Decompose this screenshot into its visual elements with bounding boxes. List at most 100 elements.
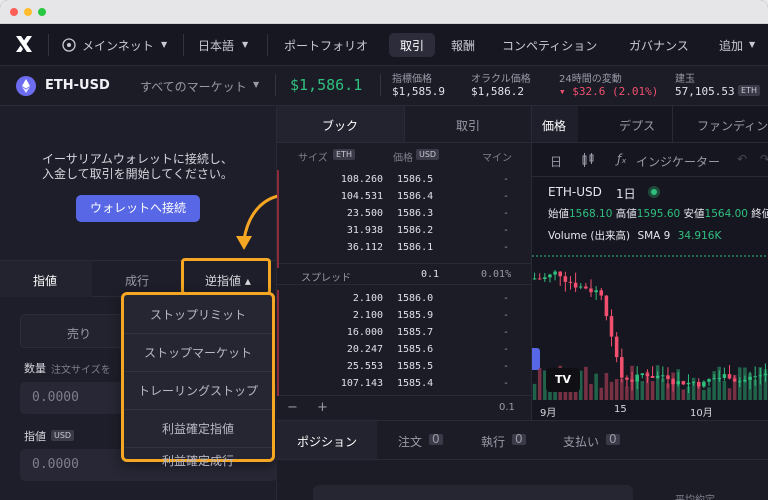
candle-body — [573, 282, 578, 288]
chevron-down-icon[interactable]: ▼ — [161, 40, 167, 49]
undo-icon[interactable]: ↶ — [737, 152, 747, 166]
bid-size: 2.100 — [352, 310, 383, 321]
candle-body — [558, 271, 562, 277]
ask-size: 104.531 — [340, 191, 383, 202]
chart-tabs: 価格 デプス ファンディン — [532, 106, 768, 143]
bid-row[interactable]: 107.143 1585.4 - — [277, 376, 532, 393]
candle-body — [702, 381, 706, 387]
ohlc-legend: 始値1568.10 高値1595.60 安値1564.00 終値 — [548, 206, 768, 221]
index-price-label: 指標価格 — [392, 74, 432, 85]
ask-row[interactable]: 104.531 1586.4 - — [277, 189, 532, 206]
connect-message-2: 入金して取引を開始してください。 — [42, 167, 233, 181]
dydx-logo-icon[interactable] — [14, 34, 34, 54]
tab-limit[interactable]: 指値 — [33, 272, 57, 289]
candle-body — [738, 381, 742, 383]
tab-trades[interactable]: 取引 — [456, 117, 480, 134]
indicators-button[interactable]: インジケーター — [636, 153, 720, 170]
option-stop-limit[interactable]: ストップリミット — [124, 297, 272, 334]
bid-row[interactable]: 20.247 1585.6 - — [277, 342, 532, 359]
candle-body — [568, 281, 573, 283]
nav-rewards[interactable]: 報酬 — [451, 37, 475, 54]
volume-bar — [707, 387, 711, 400]
fx-icon[interactable]: ƒₓ — [617, 152, 627, 166]
close-window-icon[interactable] — [10, 8, 18, 16]
tab-funding[interactable]: ファンディン — [697, 117, 768, 134]
nav-portfolio[interactable]: ポートフォリオ — [284, 37, 368, 54]
bid-row[interactable]: 25.553 1585.5 - — [277, 359, 532, 376]
volume-bar — [722, 381, 727, 400]
tab-market[interactable]: 成行 — [125, 272, 149, 289]
language-selector[interactable]: 日本語 — [198, 37, 234, 54]
chevron-down-icon[interactable]: ▼ — [749, 40, 755, 49]
tab-price[interactable]: 価格 — [542, 117, 566, 134]
candle-body — [717, 377, 722, 379]
volume-legend: Volume (出来高) SMA 9 34.916K — [548, 228, 721, 243]
option-trailing-stop[interactable]: トレーリングストップ — [124, 373, 272, 410]
bid-price: 1586.0 — [397, 293, 434, 304]
network-selector[interactable]: メインネット — [82, 37, 154, 54]
candles-icon[interactable] — [580, 152, 596, 168]
nav-governance[interactable]: ガバナンス — [629, 37, 689, 54]
bid-mine: - — [503, 293, 510, 304]
nav-more[interactable]: 追加 — [719, 37, 743, 54]
bid-size: 107.143 — [340, 378, 383, 389]
all-markets-selector[interactable]: すべてのマーケット — [140, 78, 247, 95]
sell-button[interactable]: 売り — [20, 314, 130, 348]
tab-stop[interactable]: 逆指値 ▴ — [205, 272, 251, 289]
nav-competition[interactable]: コンペティション — [502, 37, 597, 54]
ask-row[interactable]: 31.938 1586.2 - — [277, 223, 532, 240]
chart-side-handle[interactable] — [532, 348, 540, 370]
nav-trade[interactable]: 取引 — [400, 37, 424, 54]
tab-positions[interactable]: ポジション — [297, 433, 357, 450]
candle-body — [712, 378, 716, 380]
volume-bar — [702, 389, 706, 400]
maximize-window-icon[interactable] — [38, 8, 46, 16]
tab-fills[interactable]: 執行 — [481, 433, 505, 450]
candle-body — [661, 375, 665, 377]
redo-icon[interactable]: ↷ — [760, 152, 768, 166]
connect-wallet-button[interactable]: ウォレットへ接続 — [76, 195, 200, 222]
spread-value: 0.1 — [421, 269, 440, 280]
positions-panel: ポジション 注文 0 執行 0 支払い 0 平均約定 — [277, 420, 768, 500]
market-pair[interactable]: ETH-USD — [45, 78, 110, 93]
limit-price-label: 指値 — [24, 430, 46, 443]
bid-mine: - — [503, 310, 510, 321]
x-tick-oct: 10月 — [690, 408, 713, 419]
bid-row[interactable]: 2.100 1585.9 - — [277, 308, 532, 325]
candle-body — [691, 381, 696, 383]
tab-book[interactable]: ブック — [322, 117, 358, 134]
ask-depth-marker — [277, 170, 279, 268]
ask-row[interactable]: 108.260 1586.5 - — [277, 172, 532, 189]
tab-payments[interactable]: 支払い — [563, 433, 599, 450]
option-stop-market[interactable]: ストップマーケット — [124, 335, 272, 372]
limit-price-unit: USD — [51, 430, 75, 441]
tab-orders[interactable]: 注文 — [398, 433, 422, 450]
volume-bar — [655, 365, 660, 400]
bid-mine: - — [503, 361, 510, 372]
chevron-down-icon[interactable]: ▼ — [253, 80, 259, 89]
chevron-down-icon[interactable]: ▼ — [242, 40, 248, 49]
ask-row[interactable]: 36.112 1586.1 - — [277, 240, 532, 257]
option-take-profit-market[interactable]: 利益確定成行 — [124, 449, 272, 467]
avg-entry-label: 平均約定 — [675, 491, 715, 500]
tab-depth[interactable]: デプス — [619, 117, 655, 134]
oracle-price-value: $1,586.2 — [471, 85, 524, 98]
interval-button[interactable]: 日 — [550, 153, 562, 170]
bid-row[interactable]: 2.100 1586.0 - — [277, 291, 532, 308]
bid-depth-marker — [277, 290, 279, 396]
volume-bar — [589, 384, 593, 400]
option-take-profit-limit[interactable]: 利益確定指値 — [124, 411, 272, 448]
eth-logo-icon — [16, 76, 36, 96]
zoom-out-button[interactable]: − — [287, 400, 298, 415]
candle-body — [599, 290, 604, 296]
tick-step[interactable]: 0.1 — [499, 402, 515, 413]
bid-row[interactable]: 16.000 1585.7 - — [277, 325, 532, 342]
volume-bar — [599, 387, 604, 400]
chart-toolbar: 日 ƒₓ インジケーター ↶ ↷ — [532, 143, 768, 177]
quantity-value: 0.0000 — [32, 390, 79, 405]
zoom-in-button[interactable]: + — [317, 400, 328, 415]
ask-row[interactable]: 23.500 1586.3 - — [277, 206, 532, 223]
minimize-window-icon[interactable] — [24, 8, 32, 16]
volume-bar — [727, 388, 732, 400]
candle-body — [532, 278, 537, 280]
